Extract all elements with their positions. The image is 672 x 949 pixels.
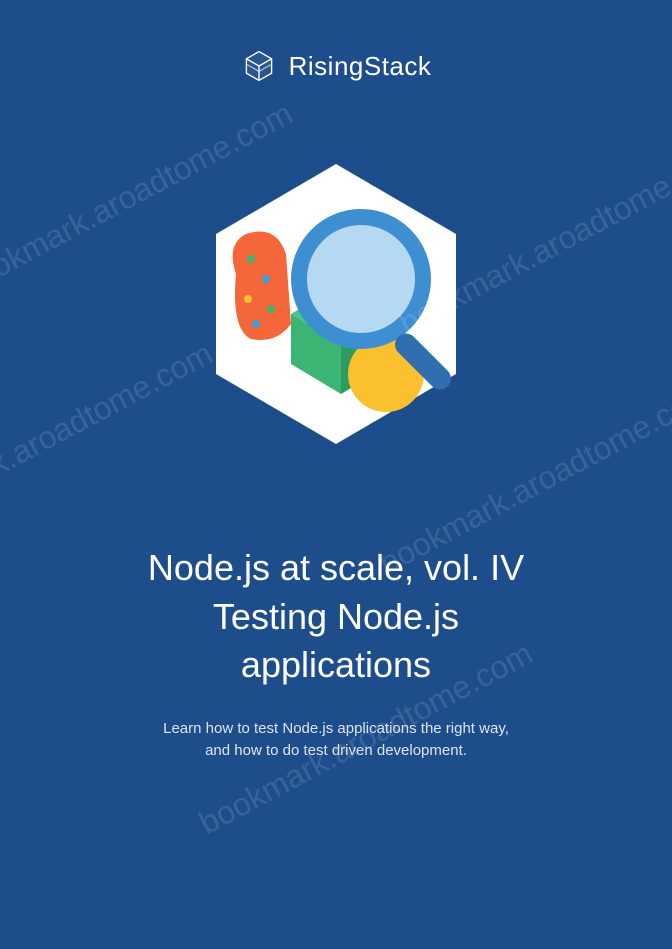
title-line-3: applications xyxy=(148,641,524,690)
risingstack-logo-icon xyxy=(241,48,277,84)
cover-illustration xyxy=(176,144,496,464)
title-line-1: Node.js at scale, vol. IV xyxy=(148,544,524,593)
cover-title: Node.js at scale, vol. IV Testing Node.j… xyxy=(108,544,564,690)
subtitle-line-1: Learn how to test Node.js applications t… xyxy=(163,718,509,741)
cover-subtitle: Learn how to test Node.js applications t… xyxy=(83,718,589,763)
brand-name: RisingStack xyxy=(289,51,432,82)
title-line-2: Testing Node.js xyxy=(148,593,524,642)
subtitle-line-2: and how to do test driven development. xyxy=(163,740,509,763)
brand-header: RisingStack xyxy=(241,48,432,84)
